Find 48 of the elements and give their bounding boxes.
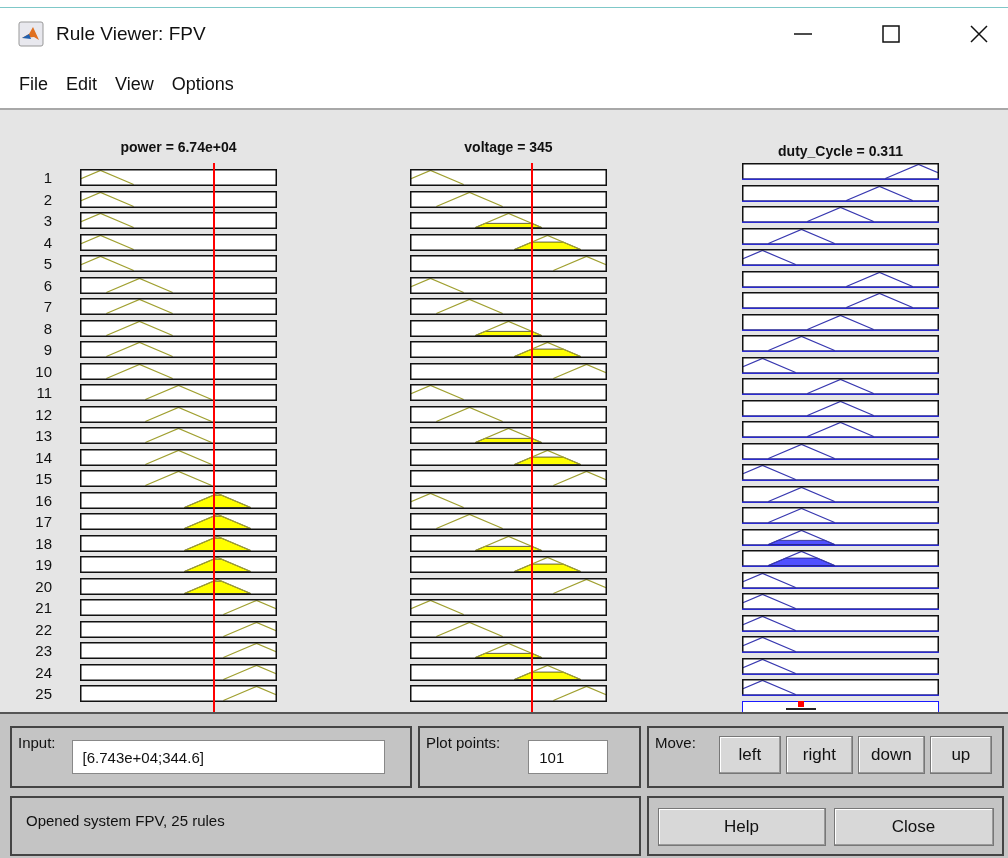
menu-item[interactable]: File bbox=[10, 73, 57, 95]
move-button[interactable]: down bbox=[857, 736, 925, 774]
window-title: Rule Viewer: FPV bbox=[56, 23, 207, 45]
rule-number: 5 bbox=[42, 255, 52, 272]
rule-number: 25 bbox=[34, 685, 52, 702]
rule-number: 21 bbox=[34, 599, 52, 616]
rule-number: 24 bbox=[34, 663, 52, 681]
rule-number: 20 bbox=[34, 577, 52, 595]
plot-points-label: Plot points: bbox=[426, 734, 501, 751]
rule-number: 2 bbox=[42, 190, 52, 208]
status-text: Opened system FPV, 25 rules bbox=[26, 812, 225, 829]
rule-number: 6 bbox=[42, 276, 52, 294]
menu-item[interactable]: Options bbox=[162, 73, 243, 95]
input-label: Input: bbox=[18, 734, 56, 751]
move-button[interactable]: left bbox=[718, 736, 781, 774]
rule-number: 18 bbox=[34, 534, 52, 552]
app-icon bbox=[18, 21, 44, 47]
input-value-line[interactable] bbox=[212, 163, 215, 712]
rule-number: 22 bbox=[34, 620, 52, 638]
move-label: Move: bbox=[655, 734, 696, 751]
plot-points-field[interactable]: 101 bbox=[528, 740, 609, 774]
rule-number: 7 bbox=[42, 298, 52, 315]
rule-number: 10 bbox=[34, 362, 52, 380]
variable-title: voltage = 345 bbox=[463, 139, 554, 157]
rule-number: 11 bbox=[35, 384, 52, 401]
rule-number: 23 bbox=[34, 642, 52, 659]
move-button[interactable]: right bbox=[785, 736, 853, 774]
rule-number: 9 bbox=[42, 341, 52, 358]
rule-number: 15 bbox=[34, 470, 52, 487]
menu-item[interactable]: View bbox=[106, 73, 163, 95]
rule-number: 16 bbox=[34, 491, 52, 509]
rule-number: 17 bbox=[34, 513, 52, 530]
input-value-line[interactable] bbox=[531, 163, 534, 712]
menu-item[interactable]: Edit bbox=[57, 73, 107, 95]
rule-number: 12 bbox=[34, 405, 52, 423]
rule-number: 1 bbox=[42, 169, 52, 186]
input-field[interactable]: [6.743e+04;344.6] bbox=[71, 740, 385, 774]
help-button[interactable]: Help bbox=[657, 808, 826, 846]
move-button[interactable]: up bbox=[929, 736, 992, 774]
rule-number: 14 bbox=[34, 448, 52, 466]
rule-number: 19 bbox=[34, 556, 52, 573]
rule-number: 3 bbox=[42, 212, 52, 229]
variable-title: power = 6.74e+04 bbox=[119, 139, 238, 157]
variable-title: duty_Cycle = 0.311 bbox=[777, 143, 904, 159]
rule-number: 13 bbox=[34, 427, 52, 444]
rule-number: 4 bbox=[42, 233, 52, 251]
rule-number: 8 bbox=[42, 319, 52, 337]
close-button[interactable]: Close bbox=[833, 808, 994, 846]
